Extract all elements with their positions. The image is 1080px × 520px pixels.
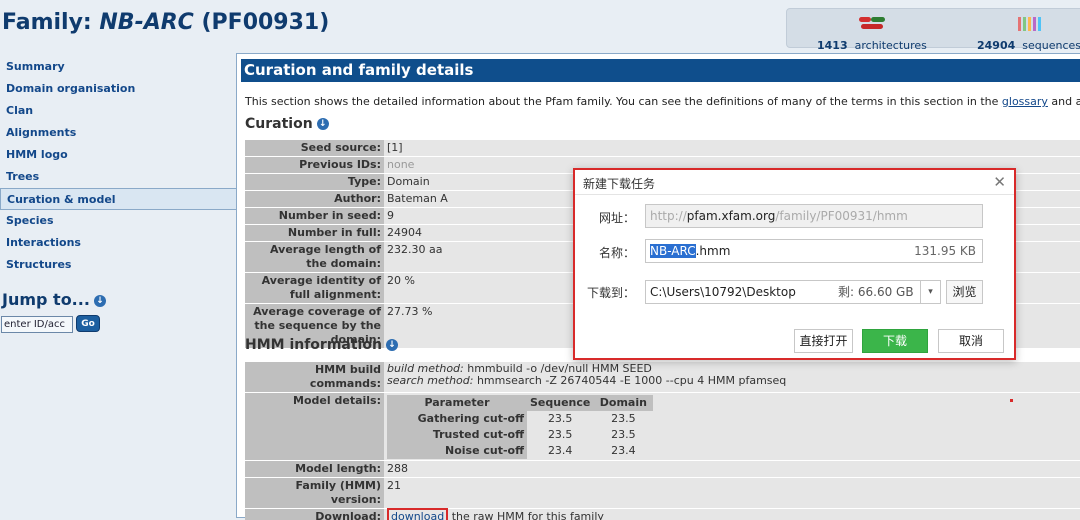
sidebar-item-domain-organisation[interactable]: Domain organisation [0, 78, 236, 100]
name-label: 名称： [598, 246, 635, 260]
cutoff-row: Noise cut-off 23.4 23.4 [387, 443, 654, 459]
row-value: Parameter Sequence Domain Gathering cut-… [384, 392, 1080, 461]
cutoff-sequence: 23.5 [527, 427, 594, 443]
cutoff-param: Trusted cut-off [387, 427, 527, 443]
row-value: download the raw HMM for this family [384, 508, 1080, 520]
jump-to-input[interactable] [1, 316, 73, 333]
family-name: NB-ARC [99, 10, 194, 35]
help-icon[interactable]: ↓ [385, 339, 398, 351]
table-row: HMM build commands: build method: hmmbui… [245, 362, 1080, 393]
row-key: Number in seed: [245, 207, 384, 225]
download-button[interactable]: 下载 [862, 329, 928, 353]
sidebar-item-interactions[interactable]: Interactions [0, 232, 236, 254]
cancel-button[interactable]: 取消 [938, 329, 1004, 353]
row-key: HMM build commands: [245, 362, 384, 393]
cutoff-param: Gathering cut-off [387, 411, 527, 427]
sidebar-item-trees[interactable]: Trees [0, 166, 236, 188]
intro-text: This section shows the detailed informat… [245, 95, 1080, 108]
cutoff-sequence: 23.4 [527, 443, 594, 459]
row-key: Number in full: [245, 224, 384, 242]
table-row: Model length: 288 [245, 460, 1080, 478]
sequences-count: 24904 [977, 39, 1016, 52]
sidebar-nav: Summary Domain organisation Clan Alignme… [0, 56, 236, 276]
architectures-count: 1413 [817, 39, 848, 52]
red-marker [1010, 399, 1013, 402]
open-directly-button[interactable]: 直接打开 [794, 329, 853, 353]
row-value: 21 [384, 477, 1080, 509]
row-key: Model length: [245, 460, 384, 478]
chevron-down-icon[interactable]: ▾ [920, 281, 940, 303]
file-size: 131.95 KB [914, 244, 976, 258]
browse-button[interactable]: 浏览 [946, 280, 983, 304]
cutoff-domain: 23.5 [593, 427, 654, 443]
row-value: build method: hmmbuild -o /dev/null HMM … [384, 362, 1080, 393]
sequences-stat[interactable]: 24904 sequences [977, 11, 1080, 52]
family-accession: (PF00931) [193, 10, 330, 35]
cutoff-sequence: 23.5 [527, 411, 594, 427]
sequences-label: sequences [1022, 39, 1080, 52]
stats-box: 1413 architectures 24904 sequences [786, 8, 1080, 52]
row-key: Download: [245, 508, 384, 520]
table-row: Seed source: [1] [245, 140, 1080, 157]
row-value: 288 [384, 460, 1080, 478]
save-path-select[interactable]: C:\Users\10792\Desktop 剩: 66.60 GB ▾ [645, 280, 941, 304]
table-row: Family (HMM) version: 21 [245, 477, 1080, 509]
row-key: Average identity of full alignment: [245, 272, 384, 304]
sequences-icon [1016, 17, 1042, 31]
help-icon[interactable]: ↓ [93, 295, 106, 307]
architectures-label: architectures [854, 39, 927, 52]
go-button[interactable]: Go [76, 315, 100, 332]
sidebar-item-clan[interactable]: Clan [0, 100, 236, 122]
sidebar-item-hmm-logo[interactable]: HMM logo [0, 144, 236, 166]
sidebar-item-structures[interactable]: Structures [0, 254, 236, 276]
row-key: Family (HMM) version: [245, 477, 384, 509]
save-to-label: 下载到： [586, 286, 635, 300]
section-title: Curation and family details [241, 59, 1080, 82]
column-header: Sequence [527, 395, 594, 411]
architecture-icon [858, 17, 885, 31]
help-icon[interactable]: ↓ [316, 118, 329, 130]
sidebar-item-species[interactable]: Species [0, 210, 236, 232]
cutoff-header-row: Parameter Sequence Domain [387, 395, 654, 411]
table-row: Download: download the raw HMM for this f… [245, 508, 1080, 520]
download-dialog: 新建下载任务 ✕ 网址： http://pfam.xfam.org/family… [573, 168, 1016, 360]
row-key: Previous IDs: [245, 156, 384, 174]
sidebar-item-curation-model[interactable]: Curation & model [0, 188, 236, 210]
row-value[interactable]: [1] [384, 140, 1080, 157]
hmm-table: HMM build commands: build method: hmmbui… [245, 362, 1080, 520]
cutoff-domain: 23.4 [593, 443, 654, 459]
table-row: Model details: Parameter Sequence Domain… [245, 392, 1080, 461]
dialog-titlebar[interactable]: 新建下载任务 ✕ [575, 170, 1014, 195]
row-key: Author: [245, 190, 384, 208]
download-link[interactable]: download [387, 508, 449, 520]
cutoff-row: Trusted cut-off 23.5 23.5 [387, 427, 654, 443]
cutoff-param: Noise cut-off [387, 443, 527, 459]
sidebar-item-summary[interactable]: Summary [0, 56, 236, 78]
url-field[interactable]: http://pfam.xfam.org/family/PF00931/hmm [645, 204, 983, 228]
curation-heading: Curation ↓ [245, 116, 329, 132]
row-key: Seed source: [245, 140, 384, 157]
glossary-link[interactable]: glossary [1002, 95, 1048, 108]
cutoff-row: Gathering cut-off 23.5 23.5 [387, 411, 654, 427]
page-title: Family: NB-ARC (PF00931) [2, 10, 330, 35]
url-label: 网址： [598, 211, 635, 225]
sidebar-item-alignments[interactable]: Alignments [0, 122, 236, 144]
close-icon[interactable]: ✕ [993, 173, 1006, 191]
save-path: C:\Users\10792\Desktop [650, 285, 796, 299]
architectures-stat[interactable]: 1413 architectures [817, 11, 927, 52]
cutoff-table: Parameter Sequence Domain Gathering cut-… [387, 395, 654, 459]
hmm-heading: HMM information ↓ [245, 337, 398, 353]
row-key: Type: [245, 173, 384, 191]
free-space: 剩: 66.60 GB [838, 285, 914, 299]
filename-input[interactable]: NB-ARC.hmm 131.95 KB [645, 239, 983, 263]
column-header: Parameter [387, 395, 527, 411]
row-key: Average length of the domain: [245, 241, 384, 273]
filename-extension: .hmm [695, 244, 731, 258]
column-header: Domain [593, 395, 654, 411]
jump-to-heading: Jump to... ↓ [2, 290, 106, 309]
dialog-title: 新建下载任务 [583, 177, 656, 191]
filename-selection: NB-ARC [650, 244, 696, 258]
cutoff-domain: 23.5 [593, 411, 654, 427]
row-key: Model details: [245, 392, 384, 461]
